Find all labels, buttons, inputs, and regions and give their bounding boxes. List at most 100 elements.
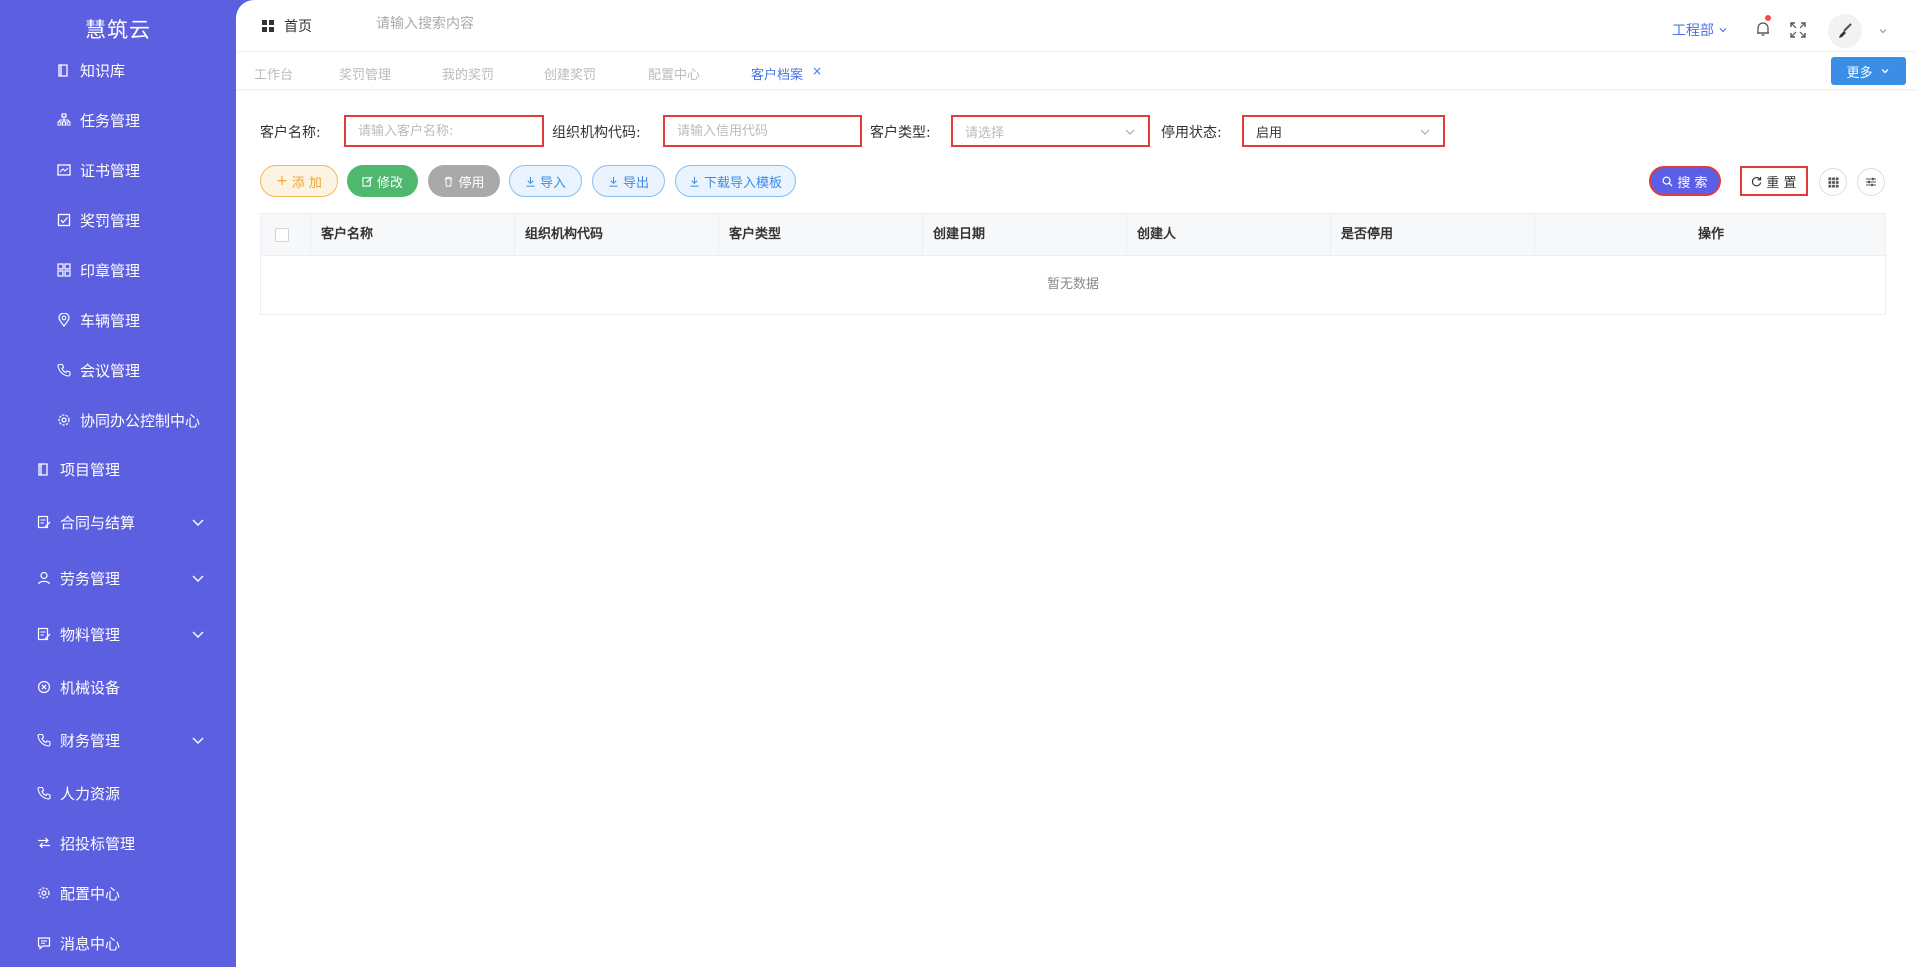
- grid-icon: [56, 262, 72, 278]
- org-code-field[interactable]: [663, 115, 862, 147]
- customer-type-placeholder: 请选择: [965, 125, 1005, 141]
- sidebar-item-label: 物料管理: [60, 625, 121, 644]
- search-button[interactable]: 搜 索: [1649, 166, 1721, 196]
- fullscreen-icon[interactable]: [1789, 21, 1807, 39]
- tab-item[interactable]: 配置中心: [648, 64, 700, 83]
- sidebar-item-label: 人力资源: [60, 784, 121, 803]
- chevron-down-icon[interactable]: [190, 732, 206, 748]
- column-header: 是否停用: [1331, 214, 1535, 256]
- reset-button-label: 重 置: [1766, 175, 1797, 191]
- org-code-input[interactable]: [677, 123, 860, 139]
- sidebar-item[interactable]: 配置中心: [0, 873, 236, 913]
- chevron-down-icon[interactable]: [190, 626, 206, 642]
- filter-settings-button[interactable]: [1857, 168, 1885, 196]
- tab-item[interactable]: 工作台: [254, 64, 293, 83]
- customer-type-label: 客户类型:: [870, 125, 931, 141]
- phone-icon: [36, 785, 52, 801]
- export-button-label: 导出: [622, 175, 649, 191]
- chevron-down-icon[interactable]: [190, 570, 206, 586]
- chevron-down-icon[interactable]: [1877, 25, 1889, 37]
- close-tab-icon[interactable]: ×: [812, 64, 822, 78]
- customer-type-select[interactable]: 请选择: [951, 115, 1150, 147]
- edit-doc-icon: [36, 626, 52, 642]
- sidebar-item-label: 奖罚管理: [80, 211, 141, 230]
- org-tree-icon: [56, 112, 72, 128]
- certificate-icon: [56, 162, 72, 178]
- reset-button[interactable]: 重 置: [1740, 166, 1808, 196]
- sidebar-item[interactable]: 合同与结算: [0, 502, 236, 542]
- import-button-label: 导入: [539, 175, 566, 191]
- empty-state: 暂无数据: [1046, 277, 1099, 292]
- tab-bar: 工作台 奖罚管理 我的奖罚 创建奖罚 配置中心 客户档案 × 更多: [236, 52, 1916, 90]
- sidebar-item[interactable]: 证书管理: [0, 150, 236, 190]
- edit-icon: [362, 175, 373, 187]
- add-button-label: 添 加: [291, 175, 322, 191]
- sidebar-item[interactable]: 印章管理: [0, 250, 236, 290]
- avatar[interactable]: [1828, 14, 1862, 48]
- tab-item[interactable]: 奖罚管理: [339, 64, 391, 83]
- disable-button[interactable]: 停用: [428, 165, 500, 197]
- more-button[interactable]: 更多: [1831, 57, 1906, 85]
- sidebar-item[interactable]: 任务管理: [0, 100, 236, 140]
- checkbox-icon: [56, 212, 72, 228]
- download-template-button-label: 下载导入模板: [703, 175, 782, 191]
- sidebar-item[interactable]: 机械设备: [0, 667, 236, 707]
- customer-name-field[interactable]: [344, 115, 544, 147]
- tab-item[interactable]: 我的奖罚: [442, 64, 494, 83]
- user-icon: [36, 570, 52, 586]
- column-header: 创建人: [1127, 214, 1331, 256]
- sidebar-item[interactable]: 会议管理: [0, 350, 236, 390]
- sidebar-item[interactable]: 消息中心: [0, 923, 236, 963]
- select-all-checkbox[interactable]: [275, 228, 289, 242]
- home-link[interactable]: 首页: [284, 16, 312, 36]
- sidebar-item[interactable]: 车辆管理: [0, 300, 236, 340]
- sidebar-item[interactable]: 物料管理: [0, 614, 236, 654]
- sliders-icon: [1866, 177, 1876, 187]
- status-select[interactable]: 启用: [1242, 115, 1445, 147]
- edit-button-label: 修改: [376, 175, 403, 191]
- chevron-down-icon[interactable]: [190, 514, 206, 530]
- phone-icon: [56, 362, 72, 378]
- export-button[interactable]: 导出: [592, 165, 665, 197]
- sidebar-item-label: 配置中心: [60, 884, 121, 903]
- bell-icon[interactable]: [1754, 20, 1772, 38]
- column-settings-button[interactable]: [1819, 168, 1847, 196]
- import-button[interactable]: 导入: [509, 165, 582, 197]
- sidebar-item[interactable]: 招投标管理: [0, 823, 236, 863]
- edit-button[interactable]: 修改: [347, 165, 418, 197]
- sidebar-item[interactable]: 人力资源: [0, 773, 236, 813]
- location-pin-icon: [56, 312, 72, 328]
- sidebar-item[interactable]: 劳务管理: [0, 558, 236, 598]
- department-selector[interactable]: 工程部: [1672, 20, 1729, 40]
- column-header: 客户类型: [719, 214, 923, 256]
- sidebar-item[interactable]: 协同办公控制中心: [0, 400, 236, 440]
- sidebar-item-label: 车辆管理: [80, 311, 141, 330]
- column-header: 客户名称: [311, 214, 515, 256]
- sidebar-item-label: 任务管理: [80, 111, 141, 130]
- add-button[interactable]: + 添 加: [260, 165, 338, 197]
- download-icon: [690, 176, 699, 187]
- tab-item[interactable]: 客户档案: [751, 64, 803, 83]
- sidebar-item-label: 证书管理: [80, 161, 141, 180]
- search-button-label: 搜 索: [1677, 175, 1708, 191]
- download-icon: [609, 176, 618, 187]
- customer-name-input[interactable]: [358, 123, 542, 139]
- sidebar-item[interactable]: 知识库: [0, 50, 236, 90]
- apps-grid-icon[interactable]: [262, 20, 274, 32]
- sidebar-item-label: 会议管理: [80, 361, 141, 380]
- customer-table: 客户名称 组织机构代码 客户类型 创建日期 创建人 是否停用 操作 暂无数据: [260, 213, 1886, 315]
- sidebar-item[interactable]: 项目管理: [0, 449, 236, 489]
- circle-x-icon: [36, 679, 52, 695]
- phone-icon: [36, 732, 52, 748]
- download-template-button[interactable]: 下载导入模板: [675, 165, 796, 197]
- grid-icon: [1827, 176, 1839, 188]
- brush-icon: [1839, 23, 1852, 38]
- sidebar-item[interactable]: 奖罚管理: [0, 200, 236, 240]
- sidebar-item-label: 印章管理: [80, 261, 141, 280]
- gear-icon: [36, 885, 52, 901]
- sidebar-item-label: 合同与结算: [60, 513, 136, 532]
- sidebar-item[interactable]: 财务管理: [0, 720, 236, 760]
- tab-item[interactable]: 创建奖罚: [544, 64, 596, 83]
- message-icon: [36, 935, 52, 951]
- global-search-input[interactable]: [376, 16, 596, 32]
